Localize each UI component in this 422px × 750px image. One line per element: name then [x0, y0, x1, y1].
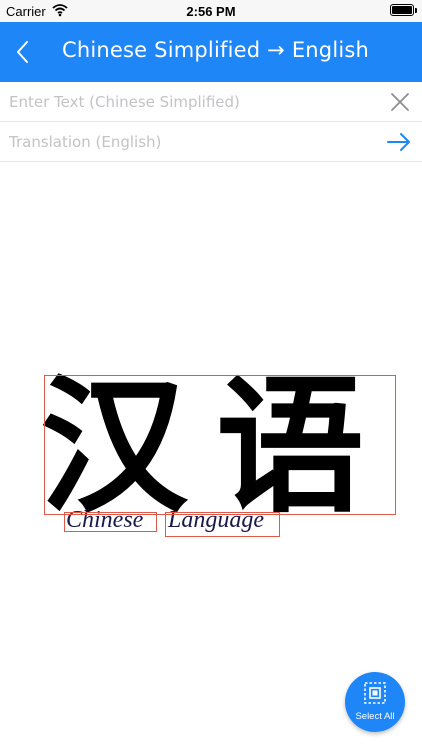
- translation-placeholder: Translation (English): [9, 133, 162, 151]
- page-title: Chinese Simplified → English: [62, 38, 370, 62]
- nav-bar: Chinese Simplified → English: [0, 22, 422, 82]
- select-all-label: Select All: [355, 711, 395, 722]
- text-region-box-language[interactable]: [165, 512, 280, 537]
- close-icon[interactable]: [390, 92, 410, 112]
- text-region-box-chinese[interactable]: [64, 512, 157, 532]
- chevron-left-icon[interactable]: [12, 38, 36, 66]
- arrow-right-icon[interactable]: [386, 131, 412, 153]
- status-bar: Carrier 2:56 PM: [0, 0, 422, 22]
- select-all-icon: [364, 682, 386, 704]
- select-all-button[interactable]: Select All: [345, 672, 405, 732]
- clock: 2:56 PM: [186, 4, 236, 19]
- image-canvas[interactable]: 汉语 Chinese Language: [0, 163, 422, 750]
- battery-icon: [390, 4, 417, 16]
- source-text-field[interactable]: Enter Text (Chinese Simplified): [0, 82, 422, 122]
- source-text-placeholder[interactable]: Enter Text (Chinese Simplified): [9, 93, 240, 111]
- translation-field[interactable]: Translation (English): [0, 122, 422, 162]
- text-region-box-hanzi[interactable]: [44, 375, 396, 515]
